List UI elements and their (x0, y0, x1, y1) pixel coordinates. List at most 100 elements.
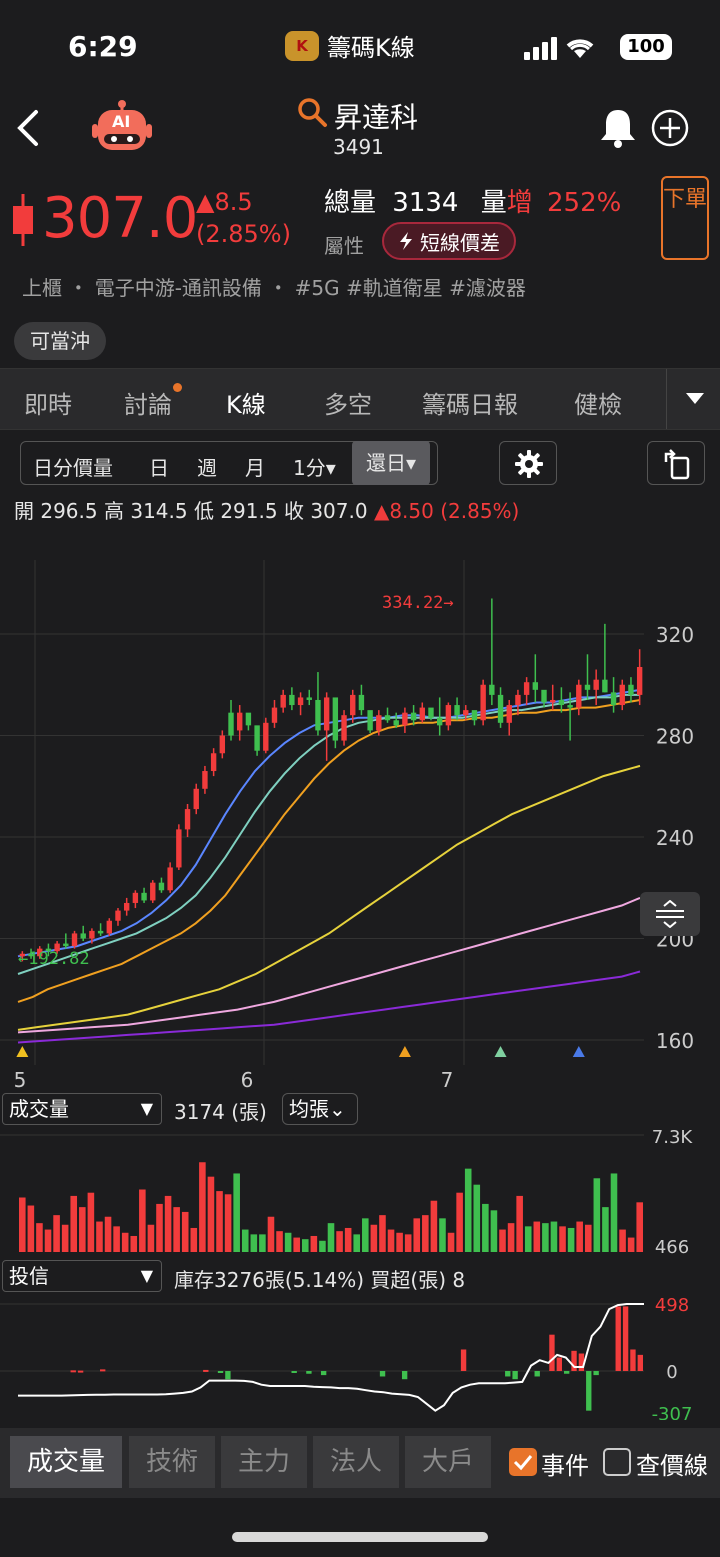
y-tick-label: 280 (656, 725, 694, 749)
volume-tick-label: 7.3K (652, 1127, 694, 1148)
period-intraday-volume[interactable]: 日分價量 (33, 452, 113, 481)
candle-body (263, 722, 269, 751)
period-week[interactable]: 週 (197, 452, 217, 481)
home-indicator[interactable] (232, 1532, 488, 1542)
period-day[interactable]: 日 (149, 452, 169, 481)
ai-assistant-button[interactable]: AI (90, 100, 154, 156)
ma-line-3 (17, 764, 641, 1031)
btab-institutional[interactable]: 法人 (313, 1436, 399, 1488)
tab-bar: 即時 討論 K線 多空 籌碼日報 健檢 (0, 368, 720, 430)
volume-bar (44, 1229, 52, 1252)
volume-bar (216, 1191, 223, 1252)
volume-bar (61, 1224, 69, 1252)
volume-bar (430, 1200, 438, 1252)
search-icon[interactable] (296, 96, 328, 128)
candle-body (106, 920, 112, 934)
institution-bar (637, 1354, 643, 1371)
candle-body (506, 705, 512, 723)
candle-body (97, 930, 104, 934)
candle-body (619, 684, 625, 706)
institution-bar (291, 1371, 297, 1373)
price-line-checkbox[interactable] (603, 1448, 631, 1476)
institution-bar (77, 1370, 84, 1373)
volume-bar (147, 1224, 155, 1252)
btab-main-force[interactable]: 主力 (221, 1436, 307, 1488)
candle-body (419, 707, 425, 721)
period-month[interactable]: 月 (245, 452, 265, 481)
bell-icon[interactable] (598, 106, 638, 148)
volume-bar (567, 1227, 575, 1252)
tab-realtime[interactable]: 即時 (24, 385, 72, 420)
add-watchlist-icon[interactable] (650, 108, 690, 148)
volume-select-label: 成交量 (9, 1097, 69, 1121)
back-icon[interactable] (14, 108, 44, 148)
candle-body (593, 679, 599, 690)
tab-discussion[interactable]: 討論 (124, 383, 182, 420)
institution-tick-label: 498 (655, 1295, 689, 1316)
ratio-word: 增 (506, 188, 533, 218)
volume-bar (301, 1239, 309, 1252)
volume-bar (353, 1234, 361, 1252)
candle-body (115, 910, 121, 921)
candle-body (280, 694, 286, 708)
candle-body (532, 682, 539, 690)
btab-technical[interactable]: 技術 (129, 1436, 215, 1488)
avg-lots-select[interactable]: 均張⌄ (282, 1093, 358, 1125)
volume-bar (396, 1232, 403, 1252)
tab-chip-daily[interactable]: 籌碼日報 (422, 385, 518, 420)
daytrade-badge: 可當沖 (14, 322, 106, 360)
candle-body (245, 712, 252, 726)
status-time: 6:29 (68, 30, 138, 63)
events-checkbox[interactable] (509, 1448, 537, 1476)
candle-body (323, 697, 330, 731)
attr-tag-label: 短線價差 (420, 230, 500, 255)
candle-body (454, 705, 460, 716)
current-price: 307.0 (42, 186, 198, 251)
signal-wifi-icon (524, 37, 594, 60)
industry-tags[interactable]: 上櫃 ・ 電子中游-通訊設備 ・ #5G #軌道衛星 #濾波器 (22, 272, 526, 301)
volume-bar (482, 1203, 489, 1252)
volume-bar (576, 1221, 583, 1252)
tab-kline[interactable]: K線 (226, 385, 266, 420)
btab-major-holders[interactable]: 大戶 (405, 1436, 491, 1488)
price-candle-icon (13, 194, 33, 246)
tab-health-check[interactable]: 健檢 (574, 385, 622, 420)
select-caret-icon: ▼ (140, 1099, 153, 1118)
institution-bar (615, 1306, 621, 1371)
institution-bar (505, 1371, 511, 1377)
institution-bar (593, 1371, 599, 1376)
volume-bar (404, 1234, 412, 1252)
candle-body (515, 694, 521, 706)
candle-body (636, 666, 643, 695)
volume-tick-label: 466 (655, 1237, 689, 1258)
attr-tag[interactable]: 短線價差 (382, 222, 516, 260)
rotate-screen-button[interactable] (647, 441, 705, 485)
period-adjusted-day[interactable]: 還日▾ (352, 441, 431, 485)
volume-bar (344, 1227, 352, 1252)
volume-bar (79, 1207, 86, 1252)
order-button[interactable]: 下單 (661, 176, 709, 260)
volume-bar (173, 1207, 180, 1252)
volume-bar (627, 1237, 635, 1252)
volume-bar (542, 1223, 549, 1252)
candle-body (306, 697, 312, 700)
institution-select[interactable]: 投信 ▼ (2, 1260, 162, 1292)
volume-bar (507, 1223, 515, 1252)
volume-bar (422, 1215, 429, 1252)
price-line-label[interactable]: 查價線 (636, 1446, 708, 1481)
tab-bull-bear[interactable]: 多空 (324, 385, 372, 420)
institution-bar (203, 1369, 209, 1372)
stock-name[interactable]: 昇達科 (334, 96, 418, 136)
institution-bar (70, 1370, 76, 1373)
app-logo-icon: K (285, 30, 319, 61)
volume-bar (533, 1221, 541, 1252)
period-1min[interactable]: 1分▾ (293, 452, 336, 481)
settings-button[interactable] (499, 441, 557, 485)
volume-bar (207, 1176, 215, 1252)
btab-volume[interactable]: 成交量 (10, 1436, 122, 1488)
events-label[interactable]: 事件 (541, 1446, 589, 1481)
battery-indicator: 100 (620, 34, 672, 60)
volume-indicator-select[interactable]: 成交量 ▼ (2, 1093, 162, 1125)
chart-resize-handle[interactable] (640, 892, 700, 936)
tab-more-button[interactable] (666, 369, 720, 429)
